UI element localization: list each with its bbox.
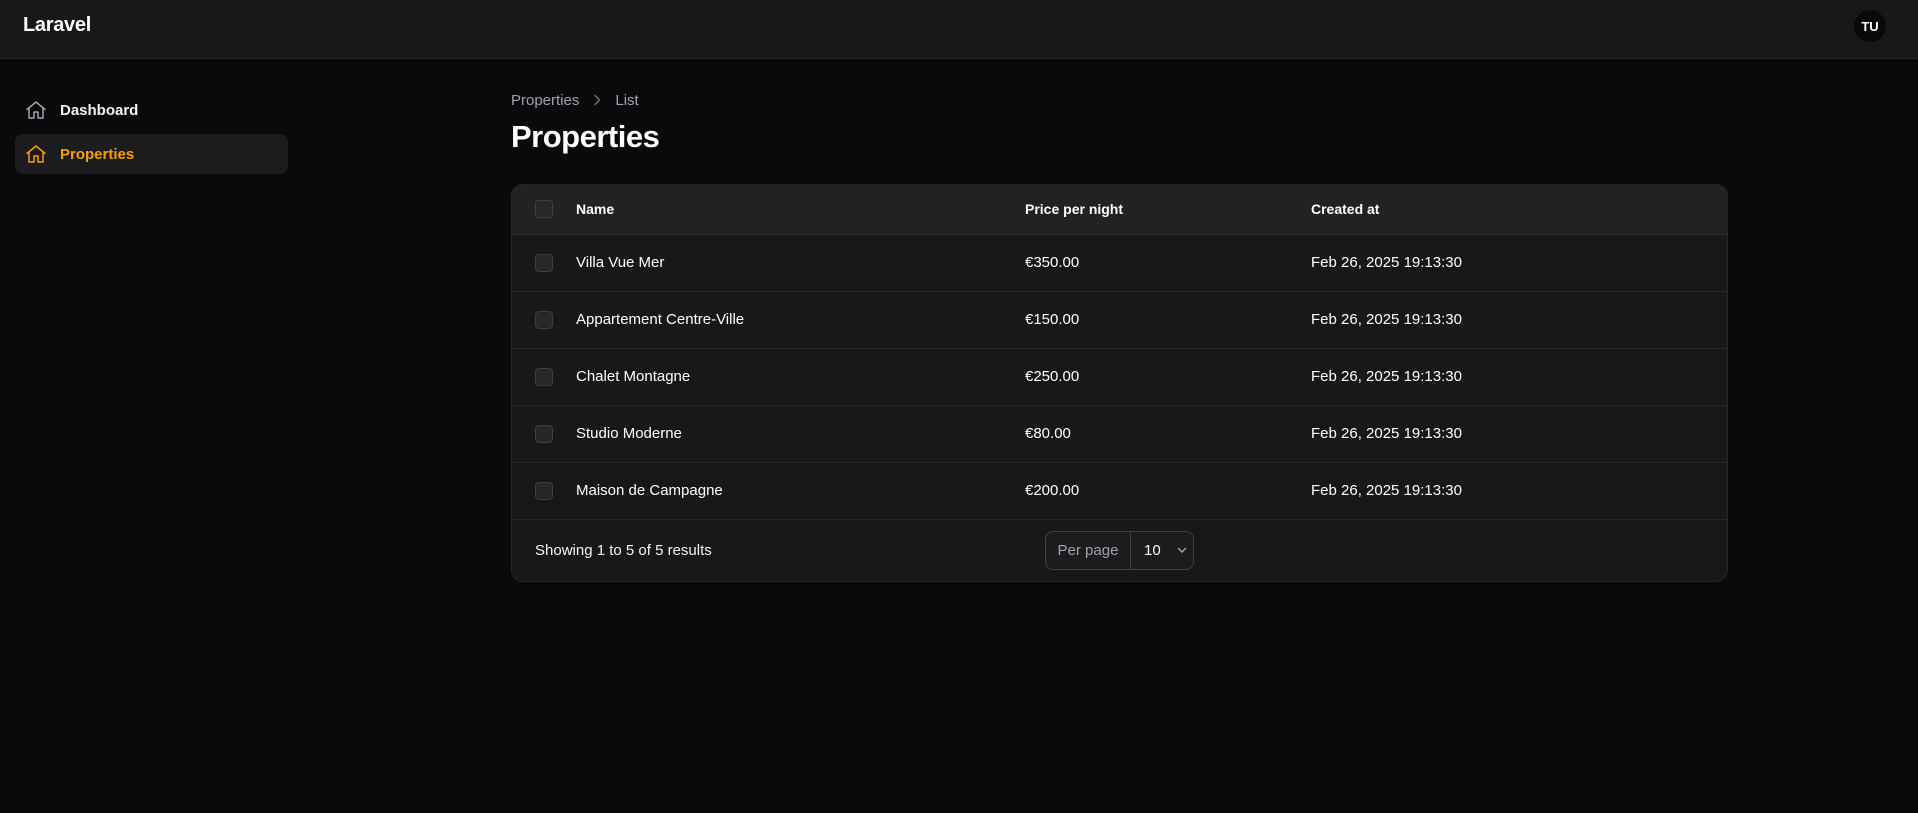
table-row[interactable]: Studio Moderne €80.00 Feb 26, 2025 19:13… (512, 405, 1727, 462)
table-row[interactable]: Appartement Centre-Ville €150.00 Feb 26,… (512, 291, 1727, 348)
sidebar-item-label: Properties (60, 145, 135, 163)
column-header-created[interactable]: Created at (1311, 185, 1727, 235)
page-title: Properties (511, 119, 660, 154)
cell-name[interactable]: Chalet Montagne (576, 348, 1025, 405)
column-header-name[interactable]: Name (576, 185, 1025, 235)
main-content: Properties List Properties Name Price pe… (511, 90, 1728, 582)
home-icon (24, 98, 48, 122)
brand-logo[interactable]: Laravel (23, 14, 91, 37)
select-all-checkbox[interactable] (535, 200, 553, 219)
cell-name[interactable]: Maison de Campagne (576, 462, 1025, 519)
table-row[interactable]: Chalet Montagne €250.00 Feb 26, 2025 19:… (512, 348, 1727, 405)
cell-created[interactable]: Feb 26, 2025 19:13:30 (1311, 462, 1727, 519)
cell-price[interactable]: €200.00 (1025, 462, 1311, 519)
table-header-row: Name Price per night Created at (512, 185, 1727, 235)
user-avatar[interactable]: TU (1854, 10, 1886, 42)
per-page-select[interactable]: Per page 10 (1045, 530, 1194, 570)
column-header-price[interactable]: Price per night (1025, 185, 1311, 235)
sidebar: Dashboard Properties (15, 90, 288, 178)
chevron-down-icon (1175, 543, 1189, 557)
row-checkbox[interactable] (535, 481, 553, 500)
per-page-dropdown[interactable]: 10 (1131, 532, 1193, 569)
sidebar-item-properties[interactable]: Properties (15, 134, 288, 174)
breadcrumb-parent[interactable]: Properties (511, 92, 579, 109)
cell-name[interactable]: Villa Vue Mer (576, 234, 1025, 291)
cell-price[interactable]: €250.00 (1025, 348, 1311, 405)
row-checkbox[interactable] (535, 253, 553, 272)
breadcrumb-current: List (615, 91, 639, 109)
cell-price[interactable]: €80.00 (1025, 405, 1311, 462)
table-row[interactable]: Maison de Campagne €200.00 Feb 26, 2025 … (512, 462, 1727, 519)
per-page-label: Per page (1046, 531, 1131, 569)
sidebar-item-label: Dashboard (60, 101, 139, 119)
home-icon (24, 142, 48, 166)
cell-price[interactable]: €350.00 (1025, 234, 1311, 291)
sidebar-item-dashboard[interactable]: Dashboard (15, 90, 288, 130)
breadcrumb: Properties List (511, 90, 1728, 110)
row-checkbox[interactable] (535, 424, 553, 443)
cell-created[interactable]: Feb 26, 2025 19:13:30 (1311, 291, 1727, 348)
per-page-value: 10 (1144, 541, 1161, 559)
top-navbar: Laravel TU (0, 0, 1918, 59)
cell-name[interactable]: Appartement Centre-Ville (576, 291, 1025, 348)
cell-created[interactable]: Feb 26, 2025 19:13:30 (1311, 234, 1727, 291)
pagination-summary: Showing 1 to 5 of 5 results (535, 541, 712, 559)
table-footer: Showing 1 to 5 of 5 results Per page 10 (512, 520, 1727, 581)
cell-created[interactable]: Feb 26, 2025 19:13:30 (1311, 348, 1727, 405)
row-checkbox[interactable] (535, 310, 553, 329)
row-checkbox[interactable] (535, 367, 553, 386)
table-row[interactable]: Villa Vue Mer €350.00 Feb 26, 2025 19:13… (512, 234, 1727, 291)
chevron-right-icon (589, 92, 605, 108)
cell-name[interactable]: Studio Moderne (576, 405, 1025, 462)
properties-table: Name Price per night Created at Villa Vu… (511, 184, 1728, 582)
cell-price[interactable]: €150.00 (1025, 291, 1311, 348)
cell-created[interactable]: Feb 26, 2025 19:13:30 (1311, 405, 1727, 462)
